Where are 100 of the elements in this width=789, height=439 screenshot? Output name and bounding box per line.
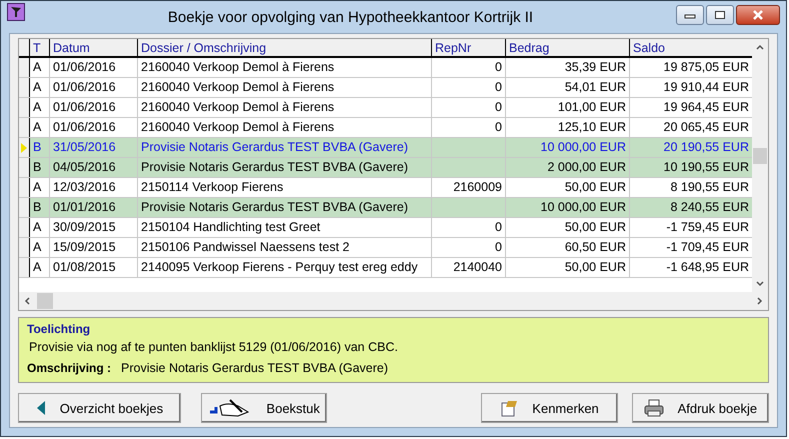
table-cell: 19 910,44 EUR	[664, 80, 749, 94]
app-icon	[7, 3, 25, 21]
table-cell: 31/05/2016	[53, 140, 116, 154]
table-cell: 01/06/2016	[53, 100, 116, 114]
table-cell: 8 240,55 EUR	[670, 200, 749, 214]
table-cell: 2140040	[453, 260, 502, 274]
table-cell: 0	[495, 60, 502, 74]
row-selector[interactable]	[19, 98, 30, 117]
scroll-thumb[interactable]	[37, 293, 53, 309]
table-cell: 0	[495, 240, 502, 254]
table-cell: 20 065,45 EUR	[664, 120, 749, 134]
table-cell: 54,01 EUR	[564, 80, 626, 94]
table-cell: 2150106 Pandwissel Naessens test 2	[141, 240, 350, 254]
table-cell: 0	[495, 100, 502, 114]
table-cell: 2 000,00 EUR	[547, 160, 626, 174]
table-cell: 8 190,55 EUR	[670, 180, 749, 194]
window-title: Boekje voor opvolging van Hypotheekkantoor Kortrijk II	[166, 8, 534, 26]
details-heading: Toelichting	[27, 322, 92, 336]
table-cell: 0	[495, 80, 502, 94]
maximize-icon	[714, 10, 726, 20]
table-row[interactable]: A 01/06/2016 2160040 Verkoop Demol à Fierens 0 54,01 EUR 19 910,44 EUR	[19, 78, 752, 98]
table-cell: B	[33, 140, 42, 154]
table-cell: 60,50 EUR	[564, 240, 626, 254]
table-cell: 2150104 Handlichting test Greet	[141, 220, 320, 234]
table-cell: 50,00 EUR	[564, 260, 626, 274]
row-selector[interactable]	[19, 78, 30, 97]
table-row[interactable]: A 01/06/2016 2160040 Verkoop Demol à Fierens 0 101,00 EUR 19 964,45 EUR	[19, 98, 752, 118]
vertical-scrollbar[interactable]	[752, 39, 768, 292]
row-selector[interactable]	[19, 178, 30, 197]
table-cell: 50,00 EUR	[564, 180, 626, 194]
row-selector[interactable]	[19, 118, 30, 137]
horizontal-scrollbar[interactable]	[19, 292, 768, 310]
table-cell: 10 190,55 EUR	[664, 160, 749, 174]
column-header[interactable]: T	[30, 39, 50, 56]
maximize-button[interactable]	[706, 5, 734, 25]
table-cell: A	[33, 180, 42, 194]
row-selector[interactable]	[19, 198, 30, 217]
table-row[interactable]: A 15/09/2015 2150106 Pandwissel Naessens test 2 0 60,50 EUR -1 709,45 EUR	[19, 238, 752, 258]
close-button[interactable]	[736, 5, 780, 25]
table-cell: -1 709,45 EUR	[666, 240, 749, 254]
table-cell: 01/06/2016	[53, 120, 116, 134]
table-cell: 0	[495, 220, 502, 234]
table-row[interactable]: A 01/08/2015 2140095 Verkoop Fierens - Perquy test ereg eddy 2140040 50,00 EUR -1 648,95 EUR	[19, 258, 752, 278]
table-cell: 19 964,45 EUR	[664, 100, 749, 114]
table-cell: 2140095 Verkoop Fierens - Perquy test ereg eddy	[141, 260, 418, 274]
table-cell: 2160009	[453, 180, 502, 194]
table-cell: -1 759,45 EUR	[666, 220, 749, 234]
table-cell: 35,39 EUR	[564, 60, 626, 74]
table-cell: 50,00 EUR	[564, 220, 626, 234]
row-selector[interactable]	[19, 238, 30, 257]
table-cell: A	[33, 60, 42, 74]
table-cell: 01/01/2016	[53, 200, 116, 214]
document-icon	[500, 399, 518, 417]
table-cell: A	[33, 240, 42, 254]
table-cell: 2160040 Verkoop Demol à Fierens	[141, 80, 334, 94]
table-row[interactable]: B 31/05/2016 Provisie Notaris Gerardus TEST BVBA (Gavere) 10 000,00 EUR 20 190,55 EUR	[19, 138, 752, 158]
table-cell: B	[33, 200, 42, 214]
row-selector[interactable]	[19, 58, 30, 77]
details-note: Provisie via nog af te punten banklijst 5129 (01/06/2016) van CBC.	[28, 340, 399, 354]
table-cell: 01/08/2015	[53, 260, 116, 274]
minimize-button[interactable]	[676, 5, 704, 25]
printer-icon	[644, 399, 664, 417]
table-cell: 125,10 EUR	[558, 120, 626, 134]
table-cell: 15/09/2015	[53, 240, 116, 254]
table-cell: 0	[495, 120, 502, 134]
table-cell: 101,00 EUR	[558, 100, 626, 114]
scroll-thumb[interactable]	[753, 148, 767, 164]
table-cell: 20 190,55 EUR	[664, 140, 749, 154]
table-cell: B	[33, 160, 42, 174]
table-cell: 01/06/2016	[53, 80, 116, 94]
current-row-icon	[21, 142, 27, 152]
table-cell: 2160040 Verkoop Demol à Fierens	[141, 120, 334, 134]
row-selector[interactable]	[19, 158, 30, 177]
table-cell: 2160040 Verkoop Demol à Fierens	[141, 100, 334, 114]
table-cell: 12/03/2016	[53, 180, 116, 194]
description-label: Omschrijving :	[27, 361, 112, 375]
table-cell: 10 000,00 EUR	[540, 140, 626, 154]
row-selector[interactable]	[19, 218, 30, 237]
toolbar-button[interactable]: Kenmerken	[481, 393, 618, 423]
table-row[interactable]: B 04/05/2016 Provisie Notaris Gerardus TEST BVBA (Gavere) 2 000,00 EUR 10 190,55 EUR	[19, 158, 752, 178]
description-value: Provisie Notaris Gerardus TEST BVBA (Gavere)	[121, 361, 388, 375]
table-cell: A	[33, 120, 42, 134]
table-cell: A	[33, 100, 42, 114]
table-cell: 19 875,05 EUR	[664, 60, 749, 74]
table-cell: 10 000,00 EUR	[540, 200, 626, 214]
table-cell: Provisie Notaris Gerardus TEST BVBA (Gavere)	[141, 200, 408, 214]
row-selector[interactable]	[19, 138, 30, 157]
table-cell: 2160040 Verkoop Demol à Fierens	[141, 60, 334, 74]
table-cell: Provisie Notaris Gerardus TEST BVBA (Gavere)	[141, 160, 408, 174]
table-row[interactable]: A 01/06/2016 2160040 Verkoop Demol à Fierens 0 35,39 EUR 19 875,05 EUR	[19, 58, 752, 78]
table-cell: A	[33, 260, 42, 274]
toolbar-button[interactable]: Boekstuk	[200, 393, 328, 423]
table-cell: 2150114 Verkoop Fierens	[141, 180, 284, 194]
row-selector[interactable]	[19, 258, 30, 277]
table-cell: 04/05/2016	[53, 160, 116, 174]
toolbar-button[interactable]: Overzicht boekjes	[18, 393, 181, 423]
table-row[interactable]: B 01/01/2016 Provisie Notaris Gerardus TEST BVBA (Gavere) 10 000,00 EUR 8 240,55 EUR	[19, 198, 752, 218]
table-row[interactable]: A 30/09/2015 2150104 Handlichting test Greet 0 50,00 EUR -1 759,45 EUR	[19, 218, 752, 238]
toolbar-button[interactable]: Afdruk boekje	[632, 393, 769, 423]
table-cell: Provisie Notaris Gerardus TEST BVBA (Gavere)	[141, 140, 408, 154]
